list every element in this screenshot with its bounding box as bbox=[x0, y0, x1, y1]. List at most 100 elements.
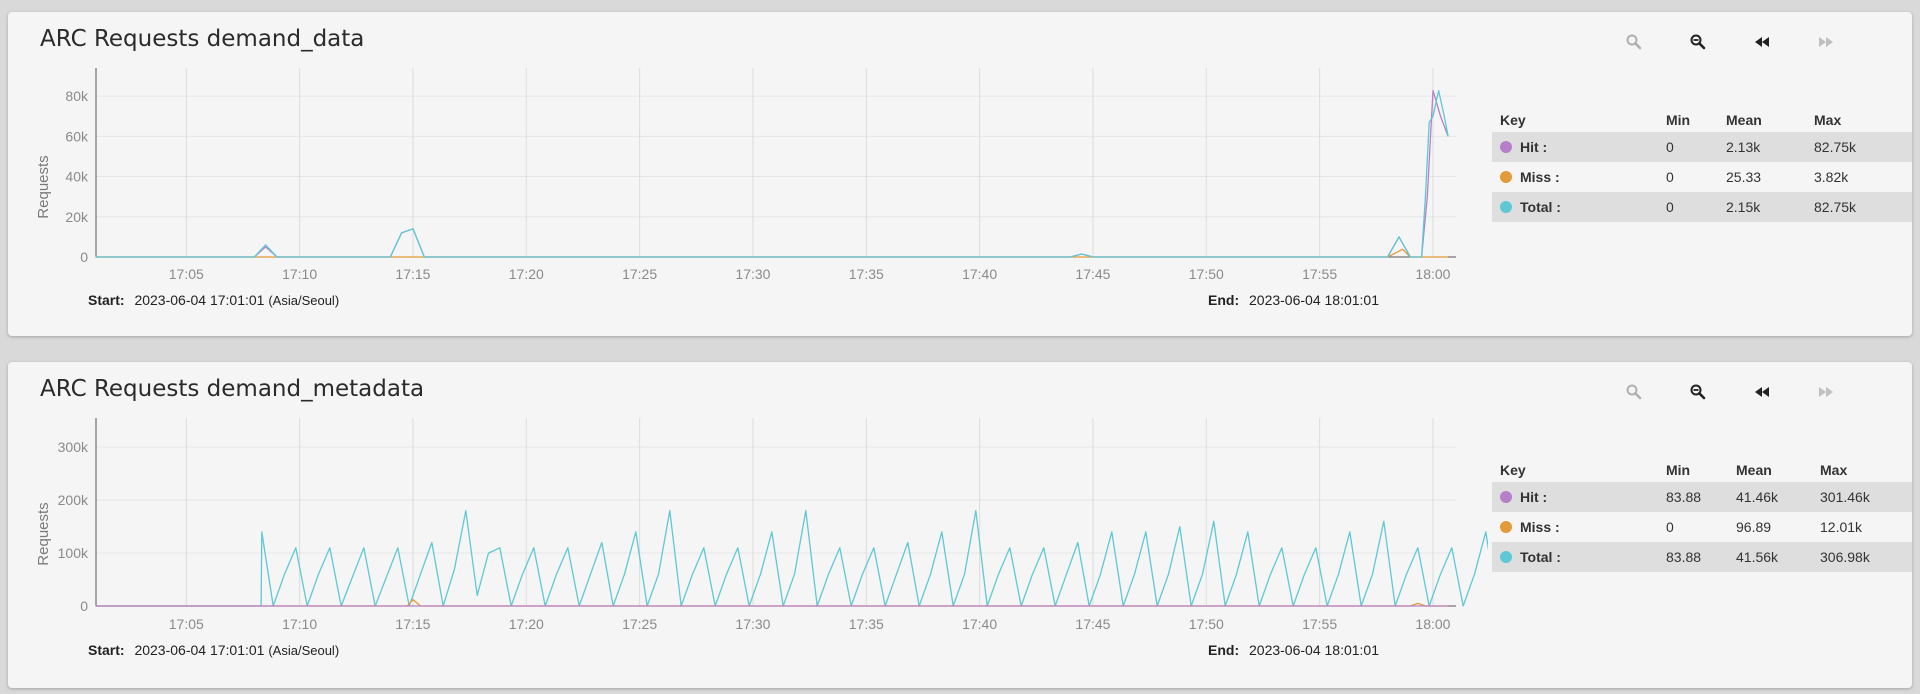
x-tick-label: 17:20 bbox=[509, 616, 544, 632]
rewind-button[interactable] bbox=[1750, 380, 1774, 404]
x-tick-label: 17:35 bbox=[849, 266, 884, 282]
series-line-hit bbox=[95, 89, 1449, 258]
series-line-total bbox=[96, 510, 1488, 607]
start-datetime: 2023-06-04 17:01:01 bbox=[134, 292, 265, 308]
y-tick-label: 80k bbox=[65, 88, 89, 104]
legend-header-mean: Mean bbox=[1726, 112, 1762, 128]
rewind-button[interactable] bbox=[1750, 30, 1774, 54]
x-tick-label: 17:15 bbox=[395, 266, 430, 282]
legend-row-miss[interactable]: Miss : 0 25.33 3.82k bbox=[1492, 162, 1912, 192]
range-start: Start: 2023-06-04 17:01:01 (Asia/Seoul) bbox=[88, 642, 339, 658]
x-tick-label: 17:25 bbox=[622, 616, 657, 632]
x-tick-label: 17:45 bbox=[1075, 266, 1110, 282]
legend-max: 12.01k bbox=[1820, 519, 1863, 535]
line-chart-demand-metadata: 0 100k 200k 300k 17:05 17:10 17:15 17:20 17:25 17… bbox=[35, 418, 1488, 632]
legend-key: Miss : bbox=[1520, 519, 1560, 535]
legend-table: Key Min Mean Max Hit : 0 2.13k 82.75k Mi… bbox=[1492, 108, 1912, 222]
legend-key: Total : bbox=[1520, 199, 1561, 215]
legend-mean: 41.56k bbox=[1736, 549, 1779, 565]
chart-toolbar bbox=[1622, 380, 1862, 404]
zoom-in-icon bbox=[1626, 34, 1642, 50]
chart-panel-demand-metadata: ARC Requests demand_metadata 0 100k 200k… bbox=[8, 362, 1912, 688]
x-tick-label: 17:40 bbox=[962, 266, 997, 282]
x-tick-label: 17:40 bbox=[962, 616, 997, 632]
series-line-miss bbox=[95, 598, 1449, 607]
total-color-dot bbox=[1500, 551, 1512, 563]
legend-min: 0 bbox=[1666, 169, 1674, 185]
x-tick-label: 17:10 bbox=[282, 616, 317, 632]
zoom-out-icon bbox=[1690, 384, 1706, 400]
y-tick-label: 300k bbox=[58, 439, 89, 455]
legend-header-key: Key bbox=[1500, 462, 1526, 478]
start-label: Start: bbox=[88, 642, 125, 658]
start-timezone: (Asia/Seoul) bbox=[268, 643, 340, 658]
legend-max: 82.75k bbox=[1814, 139, 1857, 155]
legend-row-hit[interactable]: Hit : 83.88 41.46k 301.46k bbox=[1492, 482, 1912, 512]
legend-row-miss[interactable]: Miss : 0 96.89 12.01k bbox=[1492, 512, 1912, 542]
y-tick-label: 200k bbox=[58, 492, 89, 508]
legend-mean: 2.15k bbox=[1726, 199, 1761, 215]
miss-color-dot bbox=[1500, 521, 1512, 533]
fast-forward-button[interactable] bbox=[1814, 30, 1838, 54]
legend-min: 83.88 bbox=[1666, 549, 1702, 565]
zoom-out-button[interactable] bbox=[1686, 30, 1710, 54]
x-tick-label: 17:05 bbox=[169, 616, 204, 632]
x-tick-label: 17:25 bbox=[622, 266, 657, 282]
legend-min: 0 bbox=[1666, 139, 1674, 155]
series-line-miss bbox=[95, 248, 1449, 258]
x-tick-label: 17:55 bbox=[1302, 616, 1337, 632]
series-line-total bbox=[95, 89, 1449, 258]
x-tick-label: 17:50 bbox=[1189, 616, 1224, 632]
line-chart-demand-data: 0 20k 40k 60k 80k 17:05 17:10 17:15 17:20 17:25 17… bbox=[35, 68, 1456, 282]
range-end: End: 2023-06-04 18:01:01 bbox=[1208, 642, 1379, 658]
y-tick-label: 100k bbox=[58, 545, 89, 561]
rewind-icon bbox=[1755, 387, 1769, 397]
x-tick-label: 17:35 bbox=[849, 616, 884, 632]
legend-key: Hit : bbox=[1520, 139, 1548, 155]
start-timezone: (Asia/Seoul) bbox=[268, 293, 340, 308]
fast-forward-button[interactable] bbox=[1814, 380, 1838, 404]
zoom-in-button[interactable] bbox=[1622, 30, 1646, 54]
legend-row-hit[interactable]: Hit : 0 2.13k 82.75k bbox=[1492, 132, 1912, 162]
x-tick-label: 17:05 bbox=[169, 266, 204, 282]
rewind-icon bbox=[1755, 37, 1769, 47]
hit-color-dot bbox=[1500, 141, 1512, 153]
hit-color-dot bbox=[1500, 491, 1512, 503]
end-label: End: bbox=[1208, 292, 1240, 308]
end-label: End: bbox=[1208, 642, 1240, 658]
y-tick-label: 0 bbox=[80, 598, 88, 614]
legend-header-max: Max bbox=[1820, 462, 1848, 478]
legend-key: Hit : bbox=[1520, 489, 1548, 505]
zoom-out-button[interactable] bbox=[1686, 380, 1710, 404]
legend-mean: 25.33 bbox=[1726, 169, 1762, 185]
x-tick-label: 17:45 bbox=[1075, 616, 1110, 632]
legend-row-total[interactable]: Total : 83.88 41.56k 306.98k bbox=[1492, 542, 1912, 572]
legend-key: Miss : bbox=[1520, 169, 1560, 185]
x-tick-label: 17:15 bbox=[395, 616, 430, 632]
x-tick-label: 17:30 bbox=[735, 266, 770, 282]
legend-max: 3.82k bbox=[1814, 169, 1849, 185]
end-datetime: 2023-06-04 18:01:01 bbox=[1249, 292, 1379, 308]
legend-mean: 96.89 bbox=[1736, 519, 1772, 535]
legend-mean: 41.46k bbox=[1736, 489, 1779, 505]
legend-max: 301.46k bbox=[1820, 489, 1870, 505]
zoom-in-button[interactable] bbox=[1622, 380, 1646, 404]
legend-max: 82.75k bbox=[1814, 199, 1857, 215]
y-axis-label: Requests bbox=[35, 502, 52, 565]
fast-forward-icon bbox=[1819, 387, 1833, 397]
y-tick-label: 0 bbox=[80, 249, 88, 265]
start-label: Start: bbox=[88, 292, 125, 308]
legend-min: 0 bbox=[1666, 519, 1674, 535]
legend-min: 0 bbox=[1666, 199, 1674, 215]
legend-header-max: Max bbox=[1814, 112, 1842, 128]
x-tick-label: 17:20 bbox=[509, 266, 544, 282]
x-tick-label: 18:00 bbox=[1415, 616, 1450, 632]
x-tick-label: 17:55 bbox=[1302, 266, 1337, 282]
legend-header-key: Key bbox=[1500, 112, 1526, 128]
y-tick-label: 60k bbox=[65, 128, 89, 144]
x-tick-label: 18:00 bbox=[1415, 266, 1450, 282]
legend-header: Key Min Mean Max bbox=[1492, 458, 1912, 482]
start-datetime: 2023-06-04 17:01:01 bbox=[134, 642, 265, 658]
legend-row-total[interactable]: Total : 0 2.15k 82.75k bbox=[1492, 192, 1912, 222]
range-end: End: 2023-06-04 18:01:01 bbox=[1208, 292, 1379, 308]
